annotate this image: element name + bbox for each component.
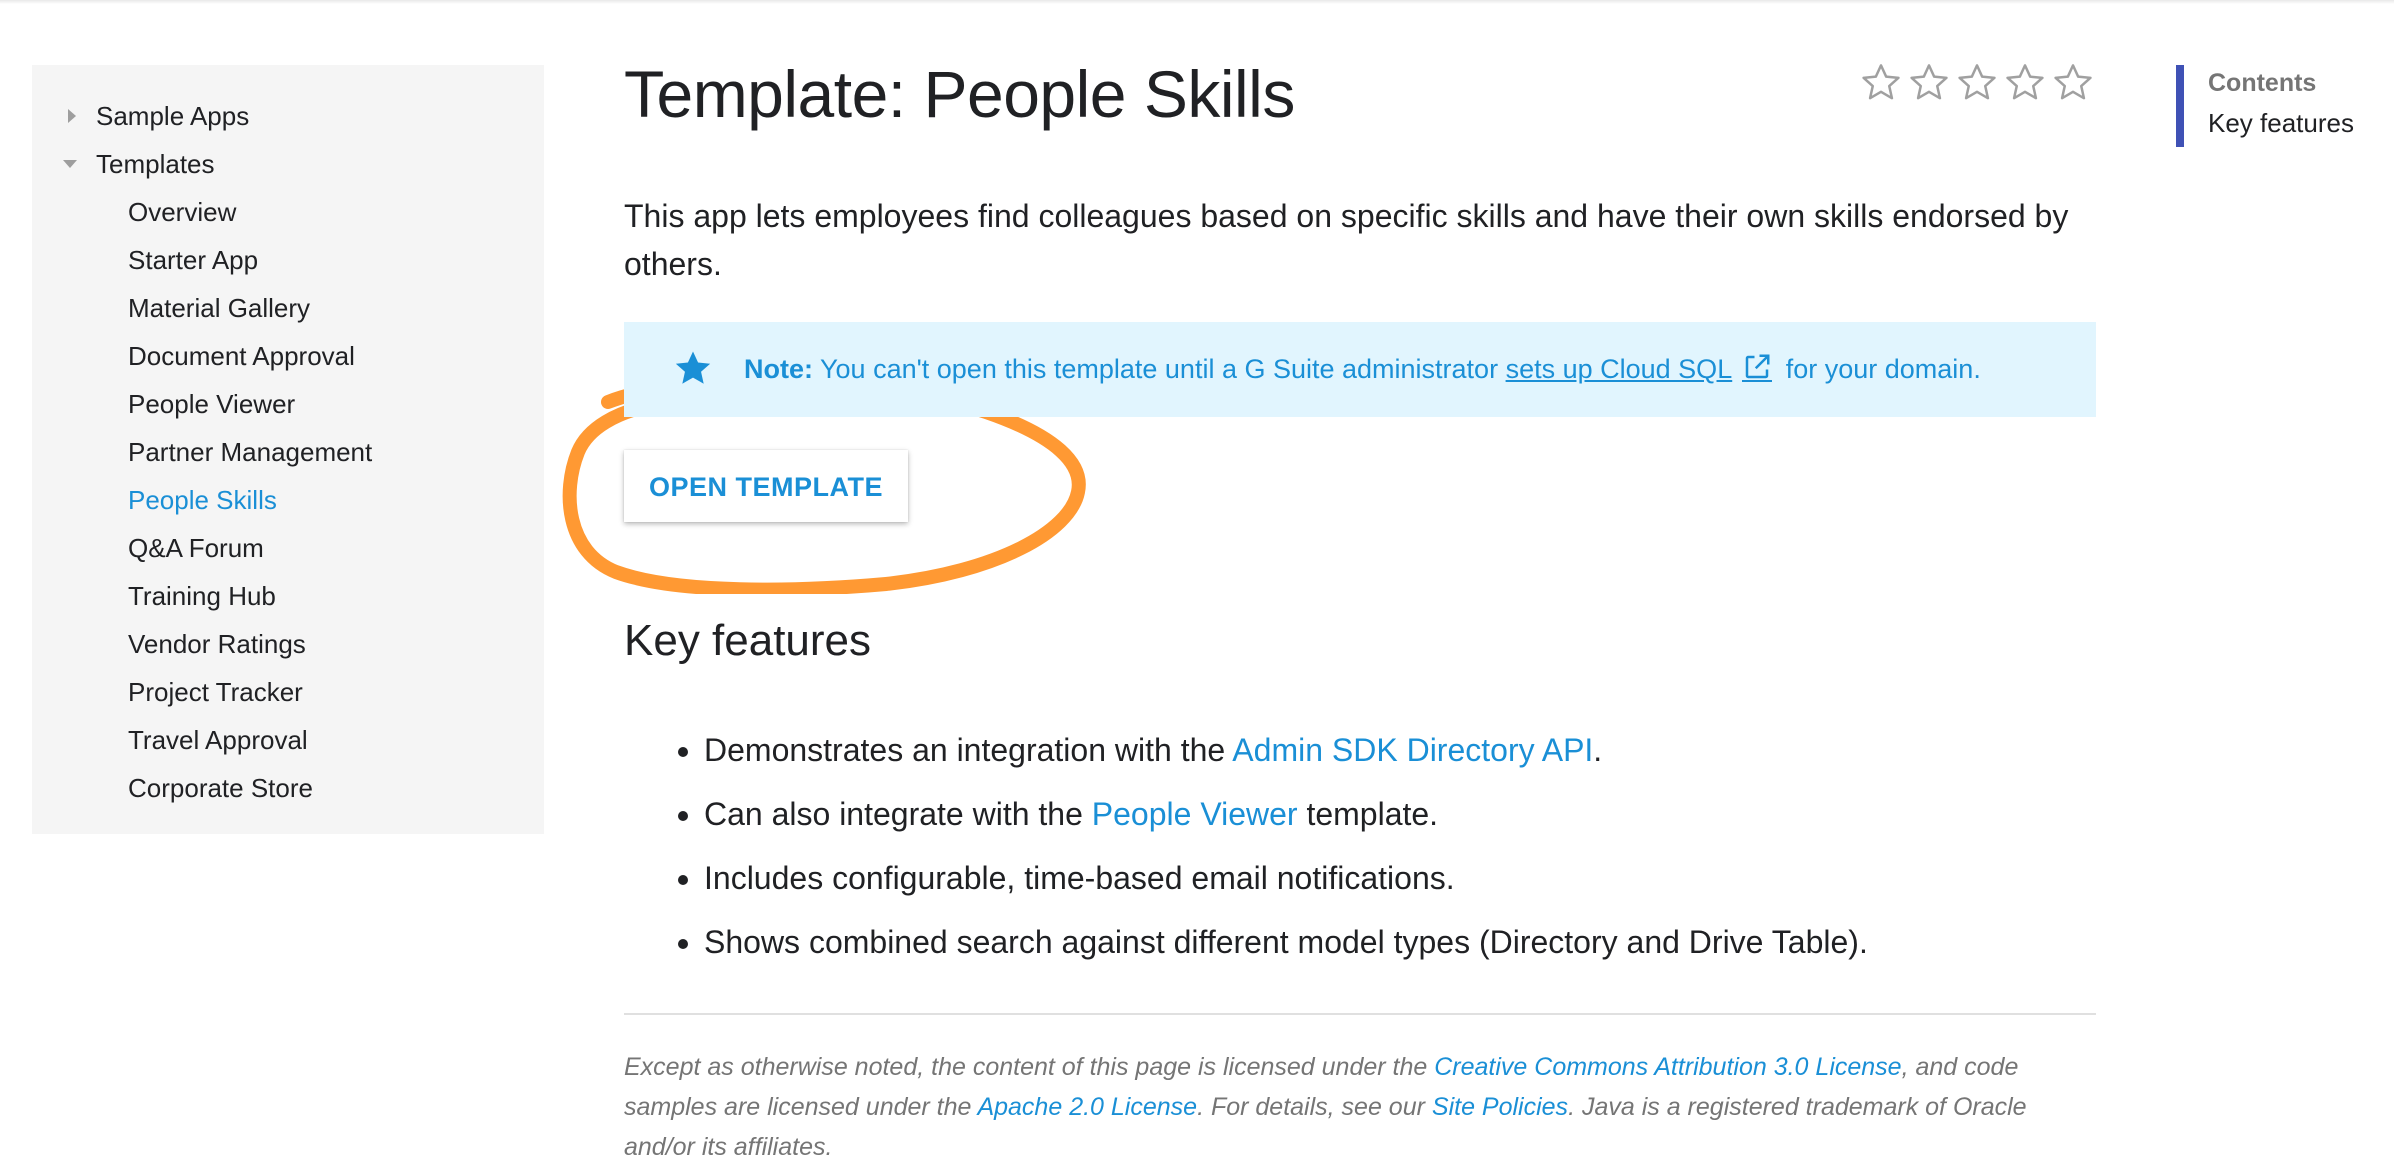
- cc-license-link[interactable]: Creative Commons Attribution 3.0 License: [1434, 1053, 1901, 1081]
- feature-text: template.: [1297, 796, 1439, 832]
- list-item: Includes configurable, time-based email …: [704, 846, 2096, 910]
- sidebar-item-people-viewer[interactable]: People Viewer: [32, 380, 544, 428]
- sidebar-item-starter-app[interactable]: Starter App: [32, 236, 544, 284]
- note-label: Note:: [744, 354, 813, 384]
- footer-text: Except as otherwise noted, the content o…: [624, 1053, 1435, 1081]
- admin-sdk-link[interactable]: Admin SDK Directory API: [1232, 732, 1593, 768]
- main-content: Template: People Skills This app lets em…: [624, 0, 2096, 1168]
- sidebar-nav: Sample Apps Templates Overview Starter A…: [32, 65, 544, 834]
- intro-text: This app lets employees find colleagues …: [624, 198, 2069, 282]
- star-outline-icon[interactable]: [2050, 60, 2096, 106]
- feature-text: Demonstrates an integration with the: [704, 732, 1233, 768]
- note-callout: Note: You can't open this template until…: [624, 322, 2096, 417]
- key-features-list: Demonstrates an integration with the Adm…: [624, 718, 2096, 974]
- list-item: Shows combined search against different …: [704, 910, 2096, 974]
- sidebar-item-material-gallery[interactable]: Material Gallery: [32, 284, 544, 332]
- sidebar-item-overview[interactable]: Overview: [32, 188, 544, 236]
- sidebar-item-people-skills[interactable]: People Skills: [32, 476, 544, 524]
- key-features-heading: Key features: [624, 616, 872, 665]
- license-footer: Except as otherwise noted, the content o…: [624, 1047, 2096, 1167]
- footer-divider: [624, 1013, 2096, 1015]
- site-policies-link[interactable]: Site Policies: [1432, 1093, 1568, 1121]
- star-rating[interactable]: [1858, 60, 2096, 106]
- feature-text: .: [1593, 732, 1603, 768]
- toc-heading: Contents: [2208, 69, 2317, 97]
- feature-text: Shows combined search against different …: [704, 924, 1868, 960]
- note-text-before: You can't open this template until a G S…: [820, 354, 1499, 384]
- sidebar-item-training-hub[interactable]: Training Hub: [32, 572, 544, 620]
- cloud-sql-link[interactable]: sets up Cloud SQL: [1506, 354, 1733, 384]
- table-of-contents: Contents Key features: [2176, 65, 2376, 147]
- sidebar-item-label: Sample Apps: [96, 101, 250, 131]
- external-link-icon[interactable]: [1742, 352, 1773, 382]
- triangle-down-icon[interactable]: [63, 160, 77, 168]
- sidebar-item-sample-apps[interactable]: Sample Apps: [32, 92, 544, 140]
- star-outline-icon[interactable]: [1954, 60, 2000, 106]
- sidebar-item-document-approval[interactable]: Document Approval: [32, 332, 544, 380]
- star-outline-icon[interactable]: [1906, 60, 1952, 106]
- star-outline-icon[interactable]: [2002, 60, 2048, 106]
- sidebar-item-partner-management[interactable]: Partner Management: [32, 428, 544, 476]
- star-icon: [675, 351, 711, 384]
- page-title: Template: People Skills: [624, 57, 1295, 131]
- sidebar-item-qa-forum[interactable]: Q&A Forum: [32, 524, 544, 572]
- sidebar-item-templates[interactable]: Templates: [32, 140, 544, 188]
- sidebar-item-vendor-ratings[interactable]: Vendor Ratings: [32, 620, 544, 668]
- feature-text: Can also integrate with the: [704, 796, 1092, 832]
- sidebar-item-label: Templates: [96, 149, 215, 179]
- sidebar-item-corporate-store[interactable]: Corporate Store: [32, 764, 544, 812]
- sidebar-item-project-tracker[interactable]: Project Tracker: [32, 668, 544, 716]
- note-text-after: for your domain.: [1785, 354, 1981, 384]
- toc-item-key-features[interactable]: Key features: [2208, 99, 2376, 147]
- triangle-right-icon[interactable]: [68, 109, 76, 123]
- sidebar-item-travel-approval[interactable]: Travel Approval: [32, 716, 544, 764]
- people-viewer-link[interactable]: People Viewer: [1092, 796, 1298, 832]
- feature-text: Includes configurable, time-based email …: [704, 860, 1455, 896]
- apache-license-link[interactable]: Apache 2.0 License: [977, 1093, 1197, 1121]
- star-outline-icon[interactable]: [1858, 60, 1904, 106]
- footer-text: . For details, see our: [1197, 1093, 1432, 1121]
- open-template-button[interactable]: OPEN TEMPLATE: [624, 450, 908, 522]
- list-item: Demonstrates an integration with the Adm…: [704, 718, 2096, 782]
- list-item: Can also integrate with the People Viewe…: [704, 782, 2096, 846]
